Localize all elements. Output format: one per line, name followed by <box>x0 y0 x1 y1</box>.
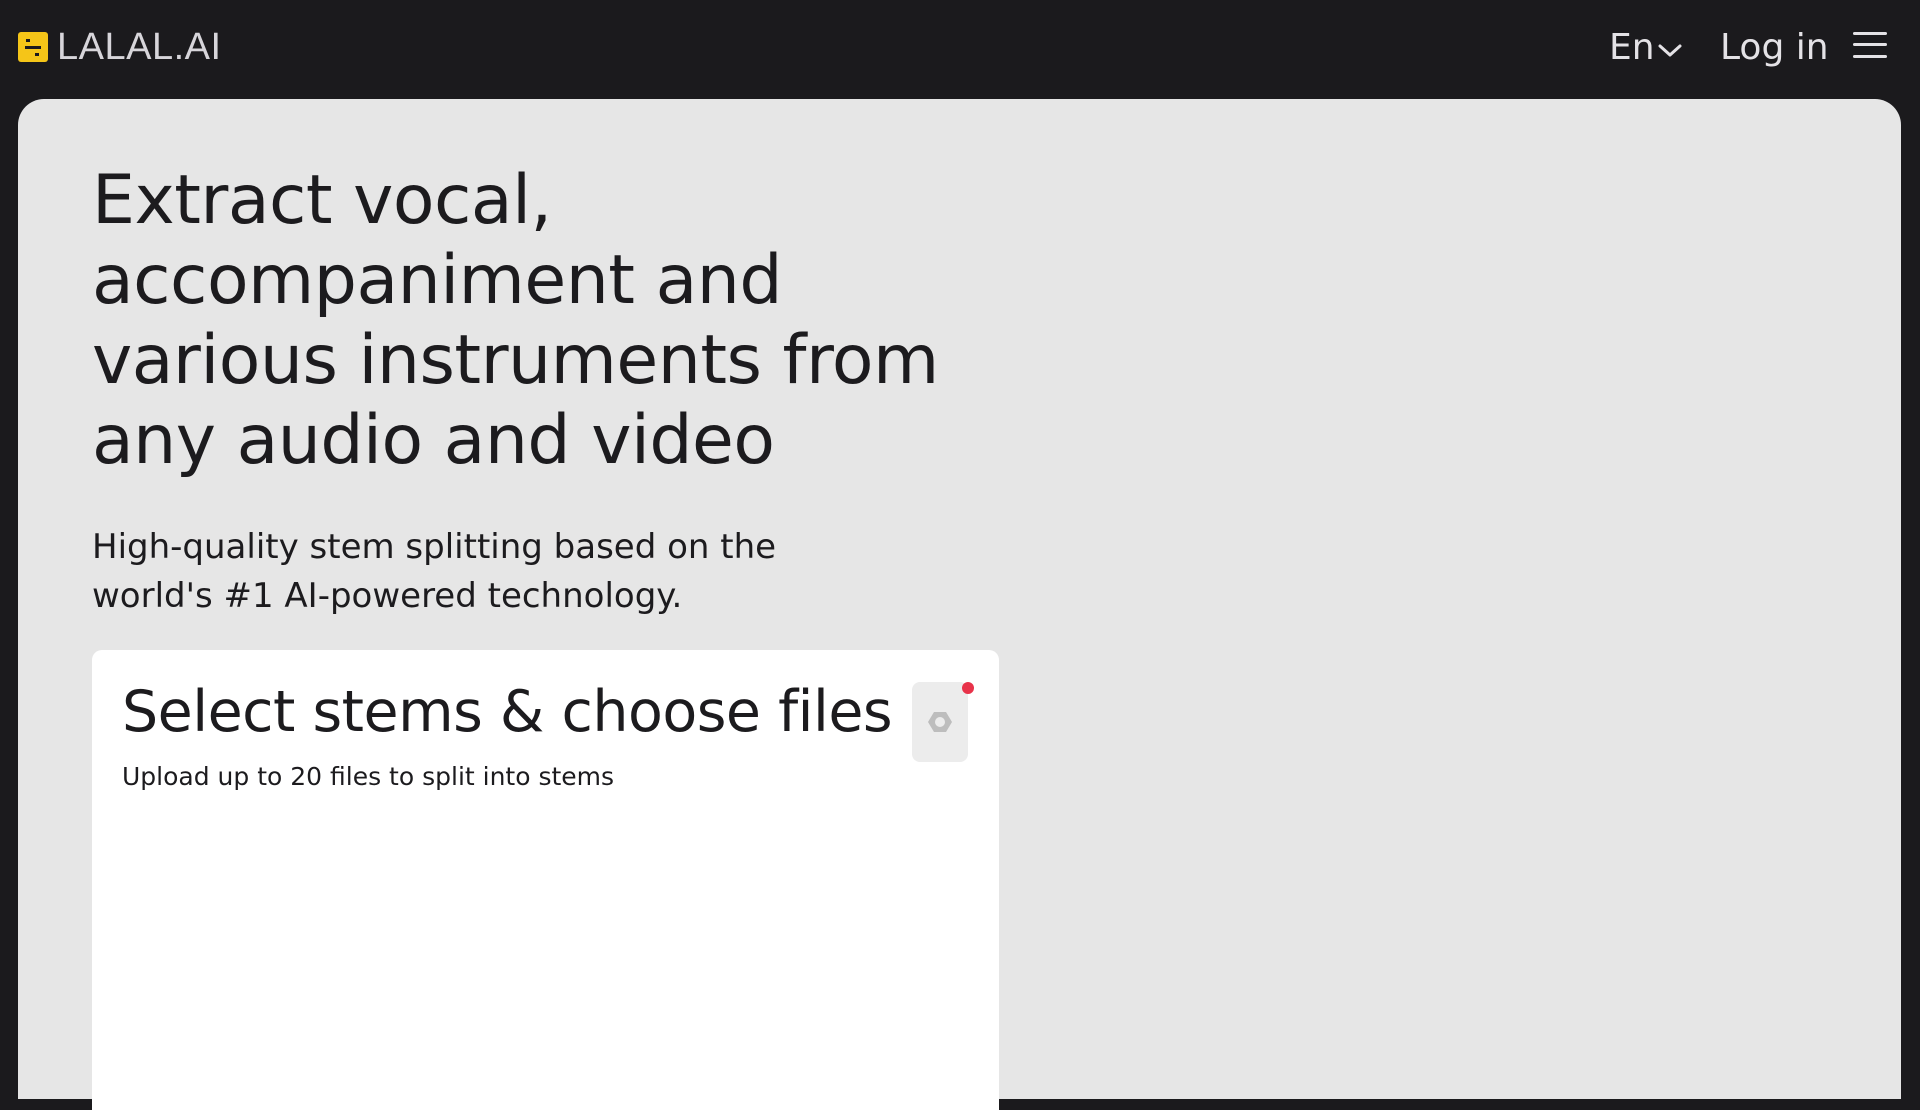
language-selector[interactable]: En <box>1609 24 1683 70</box>
settings-hexagon-icon <box>928 712 952 732</box>
language-label: En <box>1609 26 1655 68</box>
hero-panel: Extract vocal, accompaniment and various… <box>18 99 1901 1110</box>
lalal-logo-icon <box>18 32 48 62</box>
logo-link[interactable]: LALAL.AI <box>18 26 222 68</box>
upload-card-subtitle: Upload up to 20 files to split into stem… <box>122 762 615 791</box>
hero-headline: Extract vocal, accompaniment and various… <box>92 161 939 480</box>
hero-subheadline: High-quality stem splitting based on the… <box>92 527 777 616</box>
notification-dot <box>962 682 974 694</box>
settings-button[interactable] <box>912 682 974 762</box>
top-navigation-bar: LALAL.AI En Log in <box>0 0 1920 99</box>
upload-card-title: Select stems & choose files <box>122 679 893 745</box>
chevron-down-icon <box>1658 44 1682 57</box>
logo-text: LALAL.AI <box>57 26 222 68</box>
hamburger-menu-icon[interactable] <box>1853 29 1887 61</box>
upload-card: Select stems & choose files Upload up to… <box>92 650 999 1110</box>
login-link[interactable]: Log in <box>1720 24 1829 70</box>
